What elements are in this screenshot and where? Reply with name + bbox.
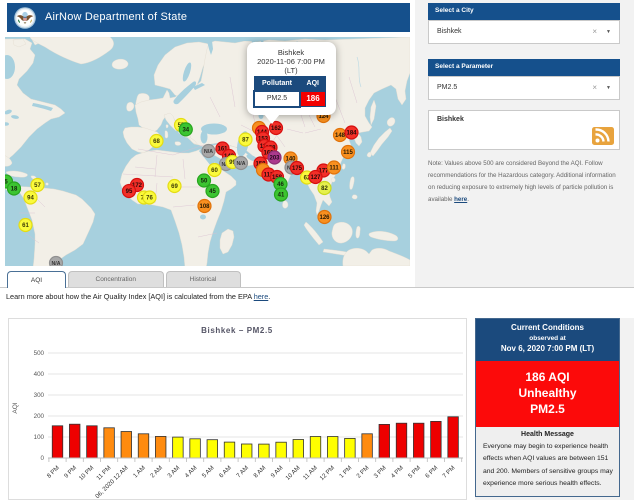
svg-text:61: 61 xyxy=(22,223,29,229)
svg-text:127: 127 xyxy=(310,175,321,181)
svg-text:3 AM: 3 AM xyxy=(166,464,181,479)
svg-text:124: 124 xyxy=(318,114,329,120)
svg-text:300: 300 xyxy=(34,392,45,399)
svg-text:12 PM: 12 PM xyxy=(319,464,337,482)
svg-text:4 AM: 4 AM xyxy=(184,464,199,479)
svg-text:1 PM: 1 PM xyxy=(338,464,353,479)
svg-text:184: 184 xyxy=(346,130,357,136)
svg-text:200: 200 xyxy=(34,413,45,420)
svg-text:175: 175 xyxy=(292,166,303,172)
svg-text:0: 0 xyxy=(41,455,45,462)
svg-text:2 AM: 2 AM xyxy=(149,464,164,479)
svg-text:7 AM: 7 AM xyxy=(235,464,250,479)
svg-text:50: 50 xyxy=(201,178,208,184)
svg-text:N/A: N/A xyxy=(237,161,246,167)
svg-text:108: 108 xyxy=(199,204,210,210)
svg-text:76: 76 xyxy=(146,195,153,201)
svg-text:60: 60 xyxy=(211,168,218,174)
svg-text:AQI: AQI xyxy=(12,402,19,413)
svg-text:10 PM: 10 PM xyxy=(78,464,96,482)
svg-text:10 AM: 10 AM xyxy=(284,464,301,481)
svg-text:2 PM: 2 PM xyxy=(355,464,370,479)
svg-text:87: 87 xyxy=(242,137,249,143)
svg-text:11 AM: 11 AM xyxy=(302,464,319,481)
svg-text:6 AM: 6 AM xyxy=(218,464,233,479)
svg-text:126: 126 xyxy=(319,215,330,221)
svg-text:94: 94 xyxy=(27,195,34,201)
svg-text:400: 400 xyxy=(34,371,45,378)
svg-text:3 PM: 3 PM xyxy=(373,464,388,479)
svg-text:500: 500 xyxy=(34,350,45,357)
svg-text:8 PM: 8 PM xyxy=(46,464,61,479)
svg-text:9 PM: 9 PM xyxy=(63,464,78,479)
svg-text:8 AM: 8 AM xyxy=(252,464,267,479)
svg-text:82: 82 xyxy=(321,186,328,192)
svg-text:5 PM: 5 PM xyxy=(407,464,422,479)
svg-text:6 PM: 6 PM xyxy=(424,464,439,479)
svg-text:148: 148 xyxy=(335,133,346,139)
svg-text:115: 115 xyxy=(343,150,353,156)
svg-text:162: 162 xyxy=(271,126,282,132)
svg-text:69: 69 xyxy=(171,184,178,190)
svg-text:45: 45 xyxy=(209,189,216,195)
svg-text:9 AM: 9 AM xyxy=(270,464,285,479)
svg-text:4 PM: 4 PM xyxy=(390,464,405,479)
svg-text:57: 57 xyxy=(34,183,41,189)
svg-text:34: 34 xyxy=(182,127,189,133)
svg-text:1 AM: 1 AM xyxy=(132,464,147,479)
svg-text:7 PM: 7 PM xyxy=(441,464,456,479)
svg-text:95: 95 xyxy=(126,189,133,195)
svg-text:5 AM: 5 AM xyxy=(201,464,216,479)
svg-text:111: 111 xyxy=(329,165,339,171)
svg-text:18: 18 xyxy=(11,186,18,192)
svg-text:100: 100 xyxy=(34,434,45,441)
svg-text:N/A: N/A xyxy=(52,261,61,266)
svg-text:N/A: N/A xyxy=(204,149,213,155)
svg-text:68: 68 xyxy=(153,139,160,145)
svg-text:46: 46 xyxy=(277,182,284,188)
svg-text:Bishkek – PM2.5: Bishkek – PM2.5 xyxy=(201,326,273,335)
svg-text:41: 41 xyxy=(278,192,285,198)
svg-text:203: 203 xyxy=(269,155,280,161)
